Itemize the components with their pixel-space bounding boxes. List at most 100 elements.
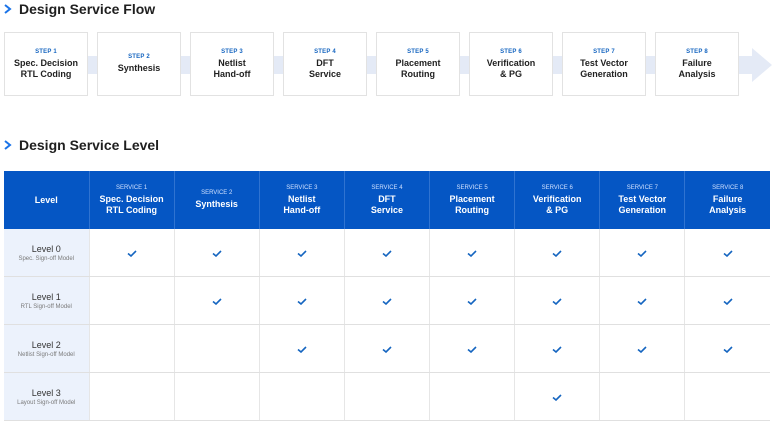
service-name: DFT Service xyxy=(370,193,403,215)
service-column-header-8: SERVICE 8 Failure Analysis xyxy=(684,171,770,229)
table-cell xyxy=(89,324,175,373)
service-name: Test Vector Generation xyxy=(618,193,667,215)
table-cell xyxy=(89,229,175,277)
check-icon xyxy=(723,249,733,257)
table-cell xyxy=(344,372,431,421)
table-row: Level 3 Layout Sign-off Model xyxy=(4,372,770,421)
service-name: Placement Routing xyxy=(449,193,495,215)
table-cell xyxy=(259,324,345,373)
chevron-bullet-icon xyxy=(4,4,12,14)
step-name: Failure Analysis xyxy=(678,57,716,79)
service-number: SERVICE 6 xyxy=(541,184,573,191)
table-cell xyxy=(514,324,601,373)
step-number: STEP 7 xyxy=(593,48,615,55)
flow-step-7: STEP 7 Test Vector Generation xyxy=(562,32,646,96)
table-cell xyxy=(599,229,686,277)
check-icon xyxy=(382,297,392,305)
check-icon xyxy=(297,297,307,305)
step-number: STEP 8 xyxy=(686,48,708,55)
check-icon xyxy=(552,345,562,353)
level-section-title: Design Service Level xyxy=(4,136,159,154)
flow-step-1: STEP 1 Spec. Decision RTL Coding xyxy=(4,32,88,96)
table-cell xyxy=(174,372,260,421)
table-cell xyxy=(344,276,431,325)
service-name: Failure Analysis xyxy=(709,193,747,215)
service-column-header-1: SERVICE 1 Spec. Decision RTL Coding xyxy=(89,171,175,229)
step-number: STEP 1 xyxy=(35,48,57,55)
step-number: STEP 3 xyxy=(221,48,243,55)
level-cell: Level 2 Netlist Sign-off Model xyxy=(4,324,90,373)
check-icon xyxy=(467,297,477,305)
table-cell xyxy=(429,276,516,325)
check-icon xyxy=(297,345,307,353)
step-number: STEP 4 xyxy=(314,48,336,55)
table-cell xyxy=(684,229,770,277)
step-name: DFT Service xyxy=(308,57,342,79)
table-cell xyxy=(684,276,770,325)
flow-step-4: STEP 4 DFT Service xyxy=(283,32,367,96)
table-cell xyxy=(514,276,601,325)
level-model: Layout Sign-off Model xyxy=(17,399,76,406)
check-icon xyxy=(467,345,477,353)
level-name: Level 3 xyxy=(31,387,61,398)
table-cell xyxy=(344,229,431,277)
check-icon xyxy=(552,249,562,257)
service-name: Netlist Hand-off xyxy=(283,193,321,215)
flow-section-title: Design Service Flow xyxy=(4,0,155,18)
level-cell: Level 0 Spec. Sign-off Model xyxy=(4,229,90,277)
check-icon xyxy=(382,249,392,257)
service-name: Verification & PG xyxy=(532,193,582,215)
check-icon xyxy=(637,249,647,257)
service-name: Spec. Decision RTL Coding xyxy=(99,193,164,215)
service-number: SERVICE 8 xyxy=(712,184,744,191)
level-column-header: Level xyxy=(4,171,90,229)
design-service-flow: STEP 1 Spec. Decision RTL Coding STEP 2 Syn… xyxy=(4,32,772,98)
table-row: Level 1 RTL Sign-off Model xyxy=(4,276,770,325)
level-name: Level 1 xyxy=(31,291,61,302)
level-name: Level 0 xyxy=(31,243,61,254)
table-header-row: Level SERVICE 1 Spec. Decision RTL Coding… xyxy=(4,171,770,229)
check-icon xyxy=(552,393,562,401)
service-number: SERVICE 5 xyxy=(456,184,488,191)
flow-section-title-text: Design Service Flow xyxy=(19,1,156,17)
check-icon xyxy=(382,345,392,353)
table-cell xyxy=(514,372,601,421)
flow-step-6: STEP 6 Verification & PG xyxy=(469,32,553,96)
table-cell xyxy=(344,324,431,373)
flow-step-2: STEP 2 Synthesis xyxy=(97,32,181,96)
check-icon xyxy=(467,249,477,257)
service-column-header-2: SERVICE 2 Synthesis xyxy=(174,171,260,229)
flow-step-5: STEP 5 Placement Routing xyxy=(376,32,460,96)
check-icon xyxy=(212,297,222,305)
table-cell xyxy=(259,276,345,325)
level-model: Netlist Sign-off Model xyxy=(17,351,75,358)
step-name: Placement Routing xyxy=(395,57,441,79)
step-number: STEP 5 xyxy=(407,48,429,55)
service-name: Synthesis xyxy=(195,199,238,209)
flow-step-3: STEP 3 Netlist Hand-off xyxy=(190,32,274,96)
table-cell xyxy=(429,372,516,421)
chevron-bullet-icon xyxy=(4,140,12,150)
level-model: RTL Sign-off Model xyxy=(20,303,72,310)
level-section-title-text: Design Service Level xyxy=(19,137,160,153)
table-cell xyxy=(684,372,770,421)
service-column-header-6: SERVICE 6 Verification & PG xyxy=(514,171,601,229)
table-cell xyxy=(174,229,260,277)
step-name: Synthesis xyxy=(117,63,161,73)
table-cell xyxy=(259,229,345,277)
check-icon xyxy=(127,249,137,257)
level-name: Level 2 xyxy=(31,339,61,350)
level-model: Spec. Sign-off Model xyxy=(18,255,75,262)
service-column-header-5: SERVICE 5 Placement Routing xyxy=(429,171,516,229)
service-column-header-4: SERVICE 4 DFT Service xyxy=(344,171,431,229)
table-cell xyxy=(599,324,686,373)
service-column-header-7: SERVICE 7 Test Vector Generation xyxy=(599,171,686,229)
table-cell xyxy=(259,372,345,421)
step-name: Verification & PG xyxy=(486,57,536,79)
table-cell xyxy=(514,229,601,277)
table-cell xyxy=(429,324,516,373)
flow-step-8: STEP 8 Failure Analysis xyxy=(655,32,739,96)
table-cell xyxy=(174,324,260,373)
table-row: Level 0 Spec. Sign-off Model xyxy=(4,229,770,277)
check-icon xyxy=(637,297,647,305)
